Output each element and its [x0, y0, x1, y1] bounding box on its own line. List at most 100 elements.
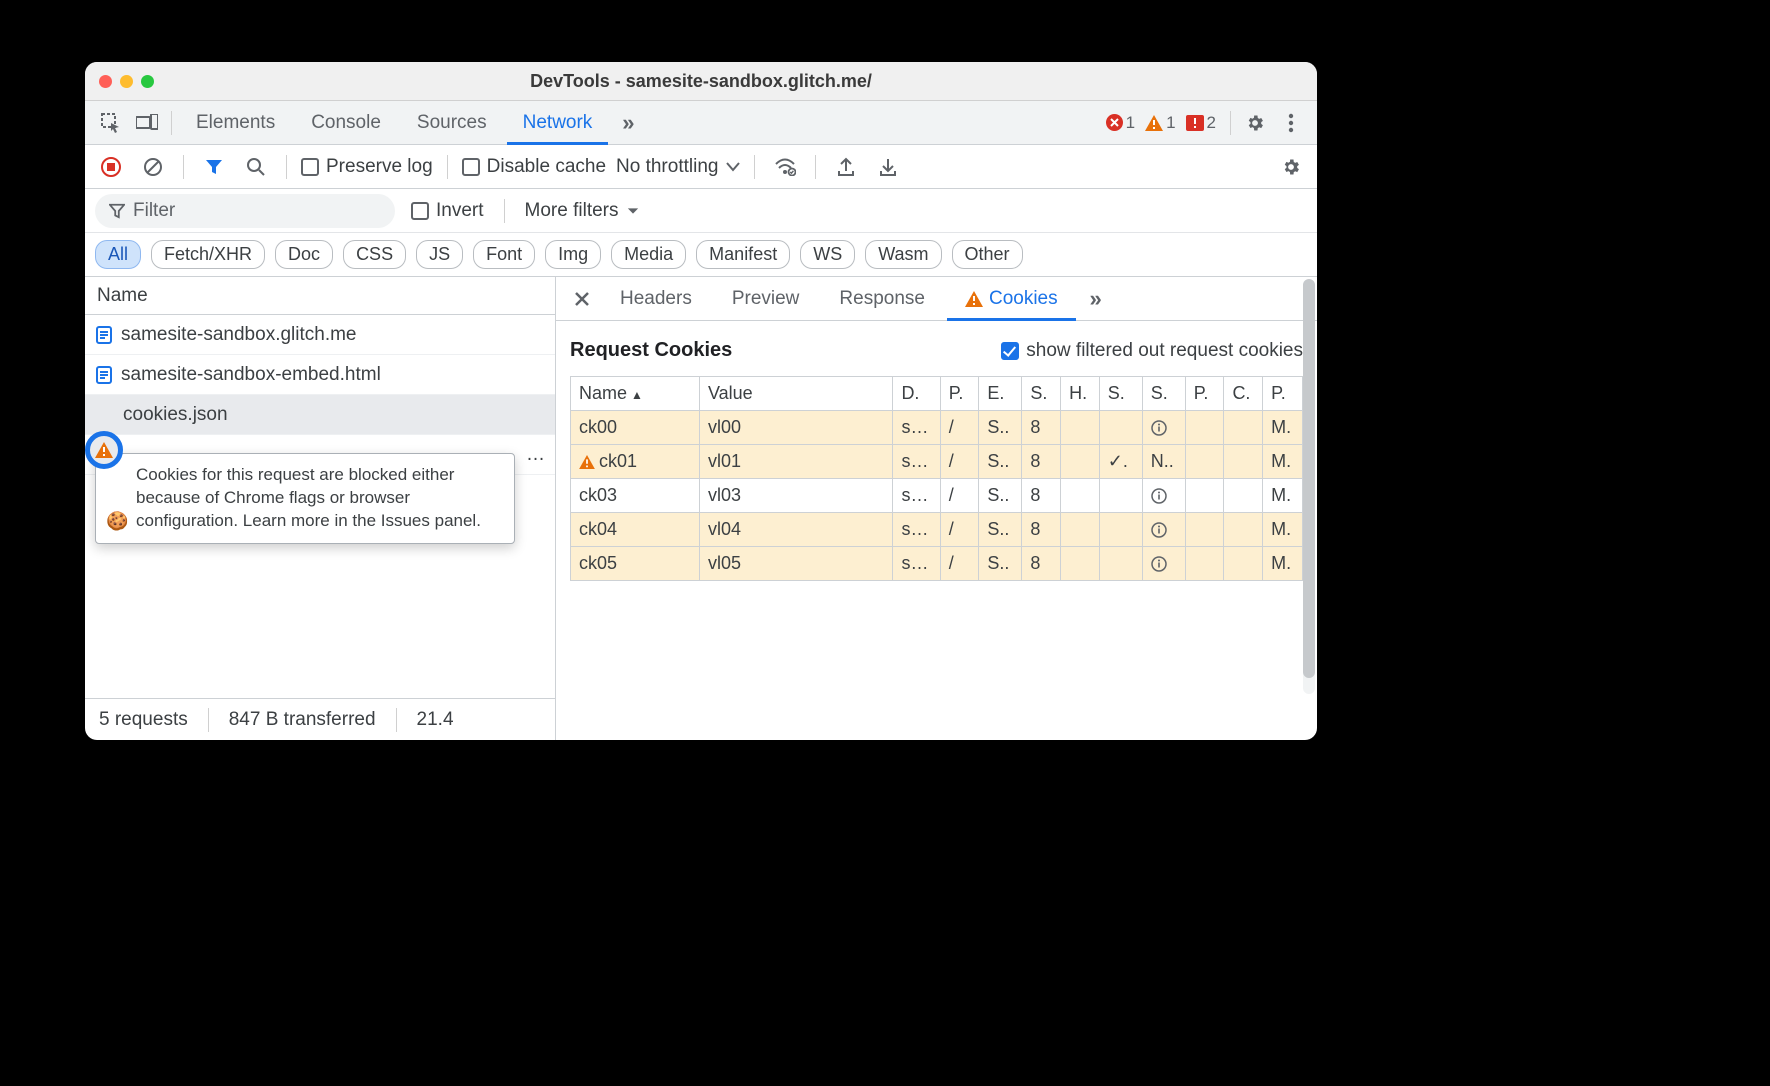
table-cell: S.. [979, 411, 1022, 445]
detail-tab-preview[interactable]: Preview [714, 277, 818, 321]
divider [183, 155, 184, 179]
tooltip-text: Cookies for this request are blocked eit… [136, 465, 481, 530]
issues-badge[interactable]: 2 [1186, 113, 1216, 133]
record-button[interactable] [95, 151, 127, 183]
document-icon [95, 326, 113, 344]
network-conditions-icon[interactable] [769, 151, 801, 183]
search-icon[interactable] [240, 151, 272, 183]
chip-fetch-xhr[interactable]: Fetch/XHR [151, 240, 265, 269]
clear-button[interactable] [137, 151, 169, 183]
request-list-header[interactable]: Name [85, 277, 555, 315]
chip-manifest[interactable]: Manifest [696, 240, 790, 269]
col-c[interactable]: C. [1224, 377, 1263, 411]
scrollbar[interactable] [1303, 279, 1315, 694]
col-p[interactable]: P. [940, 377, 979, 411]
chip-ws[interactable]: WS [800, 240, 855, 269]
table-cell: s… [893, 445, 940, 479]
import-har-icon[interactable] [872, 151, 904, 183]
chip-other[interactable]: Other [952, 240, 1023, 269]
table-cell [1099, 547, 1142, 581]
cookies-panel: Request Cookies show filtered out reques… [556, 321, 1317, 740]
col-s[interactable]: S. [1022, 377, 1061, 411]
table-cell [1185, 411, 1224, 445]
col-p3[interactable]: P. [1263, 377, 1303, 411]
request-row[interactable]: samesite-sandbox-embed.html [85, 355, 555, 395]
scrollbar-thumb[interactable] [1303, 279, 1315, 677]
more-detail-tabs-icon[interactable]: » [1080, 283, 1112, 315]
filter-input[interactable]: Filter [95, 194, 395, 228]
export-har-icon[interactable] [830, 151, 862, 183]
fullscreen-window-button[interactable] [141, 75, 154, 88]
col-d[interactable]: D. [893, 377, 940, 411]
table-cell [1061, 411, 1100, 445]
kebab-menu-icon[interactable] [1275, 107, 1307, 139]
chip-doc[interactable]: Doc [275, 240, 333, 269]
chip-js[interactable]: JS [416, 240, 463, 269]
checkbox-icon [301, 158, 319, 176]
device-toolbar-icon[interactable] [131, 107, 163, 139]
table-cell: M. [1263, 513, 1303, 547]
detail-tab-headers[interactable]: Headers [602, 277, 710, 321]
error-badge[interactable]: 1 [1106, 113, 1135, 133]
table-row[interactable]: ck00vl00s…/S..8M. [571, 411, 1303, 445]
col-name[interactable]: Name▲ [571, 377, 700, 411]
table-cell: vl04 [699, 513, 892, 547]
table-cell [1224, 547, 1263, 581]
table-cell: 8 [1022, 411, 1061, 445]
col-s3[interactable]: S. [1142, 377, 1185, 411]
table-cell [1185, 547, 1224, 581]
table-cell: N.. [1142, 445, 1185, 479]
col-value[interactable]: Value [699, 377, 892, 411]
main-tabs-row: Elements Console Sources Network » 1 1 2 [85, 101, 1317, 145]
settings-gear-icon[interactable] [1239, 107, 1271, 139]
tab-network[interactable]: Network [507, 101, 609, 145]
throttling-select[interactable]: No throttling [616, 156, 740, 178]
detail-tab-cookies[interactable]: Cookies [947, 277, 1076, 321]
detail-tab-response[interactable]: Response [821, 277, 943, 321]
table-cell: M. [1263, 547, 1303, 581]
request-cookies-heading: Request Cookies [570, 339, 732, 362]
request-row[interactable]: cookies.json [85, 395, 555, 435]
disable-cache-checkbox[interactable]: Disable cache [462, 156, 606, 178]
chip-media[interactable]: Media [611, 240, 686, 269]
chip-wasm[interactable]: Wasm [865, 240, 941, 269]
request-row-ellipsis: … [526, 444, 545, 466]
network-settings-gear-icon[interactable] [1275, 151, 1307, 183]
table-cell: ck03 [571, 479, 700, 513]
table-cell: / [940, 411, 979, 445]
table-cell [1099, 479, 1142, 513]
minimize-window-button[interactable] [120, 75, 133, 88]
table-cell [1224, 445, 1263, 479]
table-row[interactable]: ck05vl05s…/S..8M. [571, 547, 1303, 581]
more-filters-dropdown[interactable]: More filters [525, 200, 639, 222]
request-row[interactable]: samesite-sandbox.glitch.me [85, 315, 555, 355]
warning-badge[interactable]: 1 [1145, 113, 1175, 133]
invert-checkbox[interactable]: Invert [411, 200, 484, 222]
show-filtered-checkbox[interactable]: show filtered out request cookies [1001, 340, 1303, 362]
table-cell: 8 [1022, 479, 1061, 513]
close-detail-button[interactable] [566, 283, 598, 315]
col-e[interactable]: E. [979, 377, 1022, 411]
preserve-log-checkbox[interactable]: Preserve log [301, 156, 433, 178]
col-s2[interactable]: S. [1099, 377, 1142, 411]
table-cell [1061, 445, 1100, 479]
filter-toggle-icon[interactable] [198, 151, 230, 183]
table-header-row: Name▲ Value D. P. E. S. H. S. S. P. C. P… [571, 377, 1303, 411]
chip-img[interactable]: Img [545, 240, 601, 269]
chip-all[interactable]: All [95, 240, 141, 269]
more-tabs-chevron-icon[interactable]: » [612, 107, 644, 139]
table-row[interactable]: ck03vl03s…/S..8M. [571, 479, 1303, 513]
chip-font[interactable]: Font [473, 240, 535, 269]
inspect-element-icon[interactable] [95, 107, 127, 139]
col-p2[interactable]: P. [1185, 377, 1224, 411]
chip-css[interactable]: CSS [343, 240, 406, 269]
table-row[interactable]: ck04vl04s…/S..8M. [571, 513, 1303, 547]
close-window-button[interactable] [99, 75, 112, 88]
tab-elements[interactable]: Elements [180, 101, 291, 145]
tab-console[interactable]: Console [295, 101, 397, 145]
tab-sources[interactable]: Sources [401, 101, 503, 145]
divider [754, 155, 755, 179]
table-row[interactable]: ck01vl01s…/S..8✓.N..M. [571, 445, 1303, 479]
col-h[interactable]: H. [1061, 377, 1100, 411]
table-cell [1224, 411, 1263, 445]
